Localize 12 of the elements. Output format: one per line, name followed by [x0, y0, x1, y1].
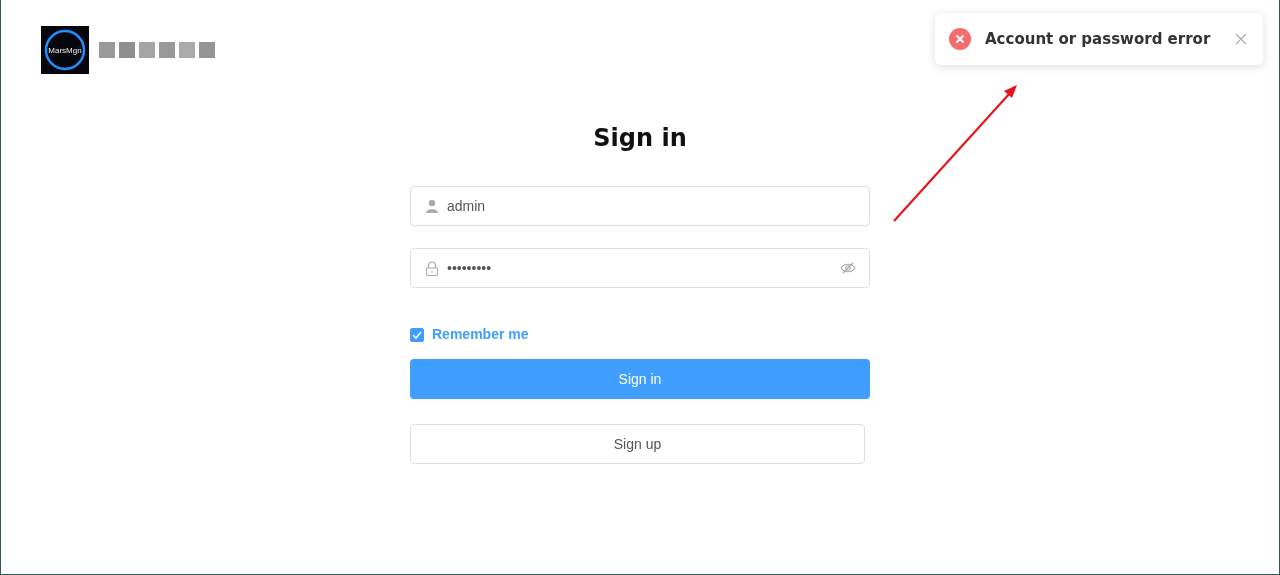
- remember-checkbox[interactable]: [410, 327, 424, 342]
- password-field[interactable]: •••••••••: [410, 248, 870, 288]
- user-icon: [425, 199, 439, 213]
- logo: MarsMgn: [41, 26, 89, 74]
- lock-icon: [425, 261, 439, 276]
- username-field[interactable]: admin: [410, 186, 870, 226]
- page-title: Sign in: [592, 123, 688, 154]
- eye-icon[interactable]: [840, 262, 856, 274]
- error-icon: [949, 28, 971, 50]
- toast-message: Account or password error: [985, 28, 1212, 50]
- close-icon[interactable]: [1235, 33, 1247, 45]
- sign-up-button[interactable]: Sign up: [410, 424, 865, 464]
